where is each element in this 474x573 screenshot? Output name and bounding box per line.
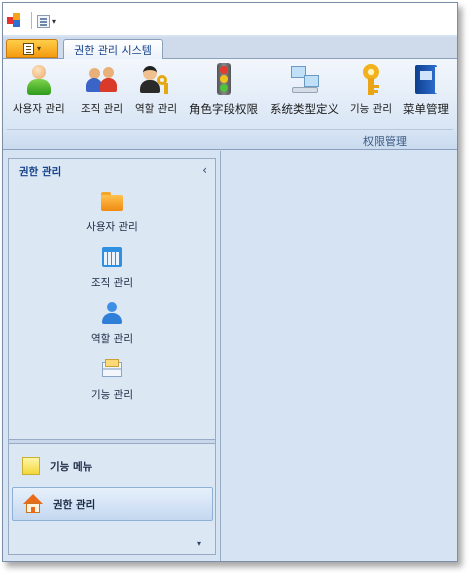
nav-group-label: 기능 메뉴 [50,460,93,473]
nav-pane-title: 권한 관리 [19,165,62,178]
ribbon-button-label: 기능 관리 [350,103,392,115]
main-content-area [220,151,457,561]
nav-item-label: 사용자 관리 [86,221,138,233]
user-icon [22,63,56,97]
ribbon-button-label: 角色字段权限 [189,102,258,116]
ribbon-button-label: 역할 관리 [135,103,177,115]
nav-item-user-management[interactable]: 사용자 관리 [9,189,215,237]
ribbon-group-label: 权限管理 [363,135,407,148]
folder-icon [100,189,124,213]
application-menu-button[interactable]: ▾ [6,39,58,58]
key-icon [354,63,388,97]
ribbon-button-label: 조직 관리 [81,103,123,115]
tab-permission-system[interactable]: 권한 관리 시스템 [63,39,163,60]
ribbon-button-label: 系统类型定义 [270,102,339,116]
nav-group-label: 권한 관리 [53,498,96,511]
ribbon-button-label: 사용자 관리 [13,103,65,115]
app-logo-icon[interactable] [7,13,23,29]
nav-item-label: 역할 관리 [91,333,133,345]
ribbon-group-divider [7,129,453,130]
layout-icon [37,14,50,28]
collapse-pane-icon[interactable]: ‹ [202,163,207,177]
role-field-permission-button[interactable]: 角色字段权限 [189,63,258,119]
users-group-icon [85,63,119,97]
nav-item-label: 조직 관리 [91,277,133,289]
app-window: ▾ ▾ 권한 관리 시스템 사용자 관리 조직 관리 역할 관리 角色字段权限 … [2,2,458,562]
chevron-down-icon: ▾ [36,44,41,53]
nav-item-label: 기능 관리 [91,389,133,401]
navigation-pane: 권한 관리 ‹ 사용자 관리 조직 관리 역할 관리 기능 관리 기능 메뉴 권… [8,158,216,555]
layout-toolbar-button[interactable]: ▾ [37,12,65,30]
nav-item-function-management[interactable]: 기능 관리 [9,357,215,405]
toolbar-separator [31,12,32,29]
nav-group-function-menu[interactable]: 기능 메뉴 [12,449,213,483]
note-icon [22,457,40,475]
ribbon-button-label: 菜单管理 [403,102,449,116]
nav-group-permission-management[interactable]: 권한 관리 [12,487,213,521]
organization-management-button[interactable]: 조직 관리 [81,63,123,119]
configure-buttons-icon[interactable]: ▾ [197,539,201,548]
quick-access-toolbar: ▾ [3,3,457,35]
ribbon: 사용자 관리 조직 관리 역할 관리 角色字段权限 系统类型定义 기능 관리 菜… [3,59,457,150]
ribbon-tab-strip: ▾ 권한 관리 시스템 [3,37,457,60]
function-management-button[interactable]: 기능 관리 [350,63,392,119]
user-management-button[interactable]: 사용자 관리 [13,63,65,119]
network-icon [288,63,322,97]
person-icon [100,301,124,325]
calendar-icon [100,245,124,269]
book-icon [409,63,443,97]
nav-item-organization-management[interactable]: 조직 관리 [9,245,215,293]
traffic-light-icon [207,63,241,97]
chevron-down-icon: ▾ [52,16,57,26]
role-management-button[interactable]: 역할 관리 [135,63,177,119]
mail-icon [100,357,124,381]
system-type-definition-button[interactable]: 系统类型定义 [270,63,339,119]
pane-splitter[interactable] [9,439,215,444]
document-icon [22,42,34,55]
role-key-icon [139,63,173,97]
home-icon [23,494,43,514]
menu-management-button[interactable]: 菜单管理 [403,63,449,119]
nav-item-role-management[interactable]: 역할 관리 [9,301,215,349]
